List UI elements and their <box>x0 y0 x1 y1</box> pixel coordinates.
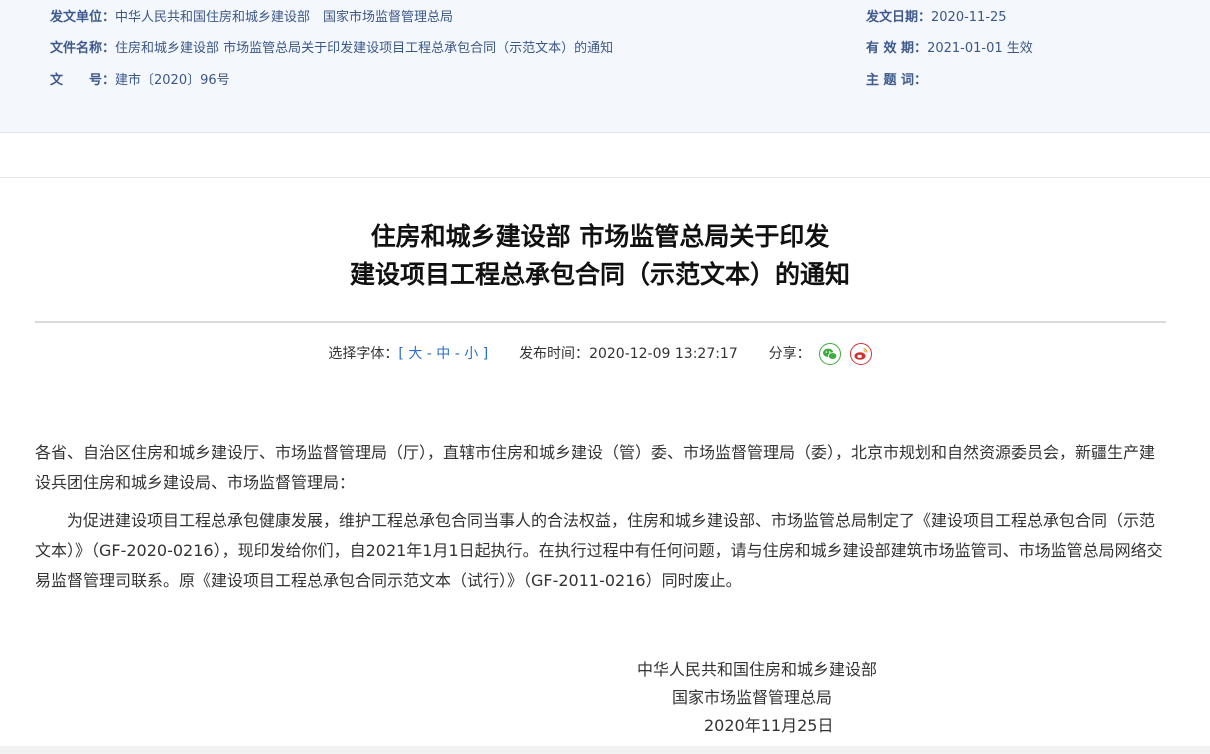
signature-date: 2020年11月25日 <box>704 716 834 735</box>
meta-doc-no-label: 文 号： <box>50 73 116 88</box>
page-title: 住房和城乡建设部 市场监管总局关于印发 建设项目工程总承包合同（示范文本）的通知 <box>0 218 1200 294</box>
meta-issuer-value: 中华人民共和国住房和城乡建设部 国家市场监督管理总局 <box>115 10 454 25</box>
meta-date-value: 2020-11-25 <box>931 10 1007 25</box>
meta-doc-name-value: 住房和城乡建设部 市场监管总局关于印发建设项目工程总承包合同（示范文本）的通知 <box>115 41 614 56</box>
meta-validity-label: 有 效 期： <box>866 41 928 56</box>
font-size-label: 选择字体： <box>328 346 399 362</box>
body-paragraph-main: 为促进建设项目工程总承包健康发展，维护工程总承包合同当事人的合法权益，住房和城乡… <box>35 511 1163 590</box>
wechat-icon-glyph <box>823 348 838 360</box>
meta-issuer-label: 发文单位： <box>50 10 116 25</box>
content-top-border <box>0 177 1210 178</box>
font-size-bracket-open: [ <box>398 346 404 362</box>
wechat-icon[interactable] <box>819 343 842 365</box>
meta-subject: 主 题 词： <box>866 71 927 91</box>
article-body: 各省、自治区住房和城乡建设厅、市场监督管理局（厅），直辖市住房和城乡建设（管）委… <box>35 438 1166 604</box>
share-label: 分享： <box>768 346 811 362</box>
meta-subject-label: 主 题 词： <box>866 73 928 88</box>
meta-issuer: 发文单位：中华人民共和国住房和城乡建设部 国家市场监督管理总局 <box>50 8 453 28</box>
font-size-separator-2: - <box>450 346 465 362</box>
font-size-medium-link[interactable]: 中 <box>436 346 450 362</box>
title-divider <box>35 321 1166 323</box>
meta-doc-no: 文 号：建市〔2020〕96号 <box>50 71 230 91</box>
body-paragraph-addressees: 各省、自治区住房和城乡建设厅、市场监督管理局（厅），直辖市住房和城乡建设（管）委… <box>35 443 1156 492</box>
article-toolbar: 选择字体：[ 大 - 中 - 小 ] 发布时间：2020-12-09 13:27… <box>0 342 1200 366</box>
weibo-icon[interactable] <box>849 343 872 365</box>
font-size-small-link[interactable]: 小 <box>464 346 478 362</box>
meta-validity-value: 2021-01-01 生效 <box>927 41 1033 56</box>
page-title-line-2: 建设项目工程总承包合同（示范文本）的通知 <box>349 260 850 289</box>
page-title-line-1: 住房和城乡建设部 市场监管总局关于印发 <box>370 222 830 251</box>
meta-validity: 有 效 期：2021-01-01 生效 <box>866 39 1033 59</box>
meta-doc-no-value: 建市〔2020〕96号 <box>115 73 230 88</box>
spacer-band <box>0 133 1210 177</box>
meta-date: 发文日期：2020-11-25 <box>866 8 1007 28</box>
publish-time-value: 2020-12-09 13:27:17 <box>589 346 738 362</box>
meta-doc-name: 文件名称：住房和城乡建设部 市场监管总局关于印发建设项目工程总承包合同（示范文本… <box>50 39 613 59</box>
document-meta-panel: 发文单位：中华人民共和国住房和城乡建设部 国家市场监督管理总局 文件名称：住房和… <box>0 0 1210 133</box>
signature-issuer-1: 中华人民共和国住房和城乡建设部 <box>637 660 878 679</box>
font-size-separator-1: - <box>422 346 437 362</box>
meta-doc-name-label: 文件名称： <box>50 41 116 56</box>
footer-band <box>0 746 1210 754</box>
font-size-large-link[interactable]: 大 <box>408 346 422 362</box>
signature-block: 中华人民共和国住房和城乡建设部 国家市场监督管理总局 2020年11月25日 <box>600 656 940 740</box>
meta-date-label: 发文日期： <box>866 10 932 25</box>
font-size-bracket-close: ] <box>482 346 489 362</box>
weibo-icon-glyph <box>853 347 868 360</box>
publish-time-label: 发布时间： <box>519 346 590 362</box>
signature-issuer-2: 国家市场监督管理总局 <box>672 688 833 707</box>
